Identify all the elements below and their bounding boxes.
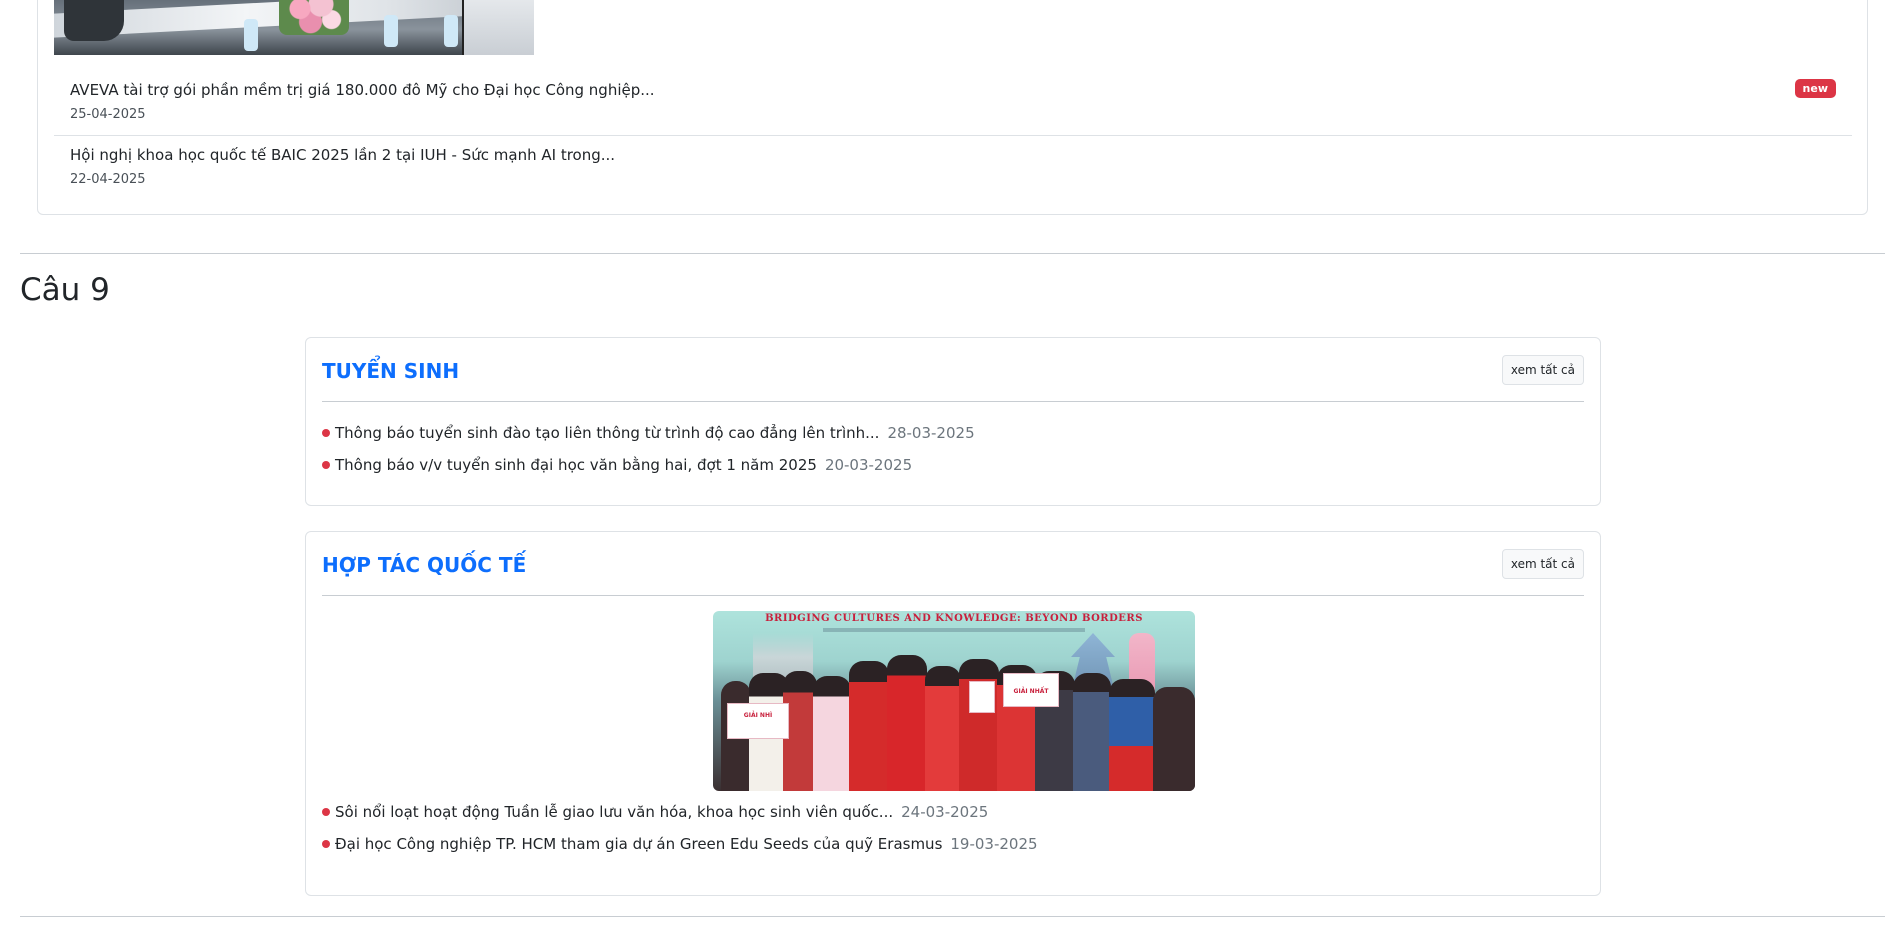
- person-figure: [849, 661, 889, 791]
- list-item[interactable]: Thông báo v/v tuyển sinh đại học văn bằn…: [322, 449, 1584, 481]
- list-item[interactable]: Thông báo tuyển sinh đào tạo liên thông …: [322, 417, 1584, 449]
- see-all-button[interactable]: xem tất cả: [1501, 549, 1584, 579]
- list-item-date: 28-03-2025: [887, 424, 975, 442]
- category-header: HỢP TÁC QUỐC TẾ xem tất cả: [322, 532, 1584, 596]
- award-bag: [969, 681, 995, 713]
- see-all-button[interactable]: xem tất cả: [1501, 355, 1584, 385]
- list-item-title[interactable]: Thông báo tuyển sinh đào tạo liên thông …: [335, 424, 879, 442]
- person-figure: [887, 655, 927, 791]
- featured-image-subtext: [823, 628, 1085, 632]
- list-item-title[interactable]: Đại học Công nghiệp TP. HCM tham gia dự …: [335, 835, 942, 853]
- category-title[interactable]: TUYỂN SINH: [322, 359, 459, 383]
- list-item[interactable]: Đại học Công nghiệp TP. HCM tham gia dự …: [322, 828, 1584, 860]
- category-list: Thông báo tuyển sinh đào tạo liên thông …: [322, 417, 1584, 481]
- section-divider: [20, 916, 1885, 917]
- list-item-title[interactable]: Thông báo v/v tuyển sinh đại học văn bằn…: [335, 456, 817, 474]
- news-date: 22-04-2025: [70, 172, 146, 187]
- news-list-item[interactable]: AVEVA tài trợ gói phần mềm trị giá 180.0…: [54, 79, 1852, 136]
- person-figure: [959, 659, 999, 791]
- news-title-link[interactable]: AVEVA tài trợ gói phần mềm trị giá 180.0…: [70, 81, 655, 99]
- list-item-date: 24-03-2025: [901, 803, 989, 821]
- category-title[interactable]: HỢP TÁC QUỐC TẾ: [322, 553, 526, 577]
- list-item-title[interactable]: Sôi nổi loạt hoạt động Tuần lễ giao lưu …: [335, 803, 893, 821]
- category-list: Sôi nổi loạt hoạt động Tuần lễ giao lưu …: [322, 796, 1584, 860]
- section-divider: [20, 253, 1885, 254]
- list-item[interactable]: Sôi nổi loạt hoạt động Tuần lễ giao lưu …: [322, 796, 1584, 828]
- news-list-item[interactable]: Hội nghị khoa học quốc tế BAIC 2025 lần …: [54, 146, 1852, 206]
- bullet-icon: [322, 807, 330, 816]
- list-item-date: 20-03-2025: [824, 456, 913, 474]
- thumb-person: [462, 0, 534, 55]
- bullet-icon: [322, 428, 330, 437]
- news-thumbnail-image[interactable]: [54, 0, 534, 55]
- bullet-icon: [322, 460, 330, 469]
- award-sign: GIẢI NHÌ: [727, 703, 789, 739]
- thumb-person: [64, 0, 124, 41]
- featured-image[interactable]: BRIDGING CULTURES AND KNOWLEDGE: BEYOND …: [713, 611, 1195, 791]
- category-header: TUYỂN SINH xem tất cả: [322, 338, 1584, 402]
- bullet-icon: [322, 839, 330, 848]
- person-figure: [925, 666, 961, 791]
- featured-image-banner-text: BRIDGING CULTURES AND KNOWLEDGE: BEYOND …: [765, 613, 1143, 624]
- new-badge: new: [1794, 79, 1836, 98]
- thumb-bottles: [444, 15, 458, 47]
- person-figure: [813, 676, 851, 791]
- news-card: AVEVA tài trợ gói phần mềm trị giá 180.0…: [37, 0, 1868, 215]
- person-figure: [1153, 687, 1195, 791]
- news-date: 25-04-2025: [70, 107, 146, 122]
- award-sign: GIẢI NHẤT: [1003, 673, 1059, 707]
- person-figure: [1109, 679, 1155, 791]
- thumb-flowers: [279, 0, 349, 35]
- news-title-link[interactable]: Hội nghị khoa học quốc tế BAIC 2025 lần …: [70, 146, 615, 164]
- page: AVEVA tài trợ gói phần mềm trị giá 180.0…: [0, 0, 1900, 942]
- category-card-international: HỢP TÁC QUỐC TẾ xem tất cả BRIDGING CULT…: [305, 531, 1601, 896]
- person-figure: [1073, 673, 1111, 791]
- section-heading: Câu 9: [20, 272, 110, 308]
- category-card-admissions: TUYỂN SINH xem tất cả Thông báo tuyển si…: [305, 337, 1601, 506]
- list-item-date: 19-03-2025: [950, 835, 1038, 853]
